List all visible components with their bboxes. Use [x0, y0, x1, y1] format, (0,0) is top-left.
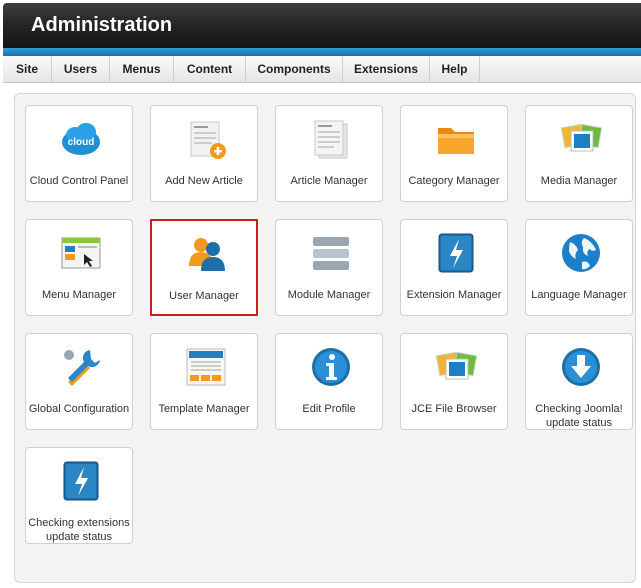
tile-joomla-update-status[interactable]: Checking Joomla! update status [525, 333, 633, 430]
page-title: Administration [31, 14, 173, 36]
menu-users[interactable]: Users [52, 56, 110, 82]
tile-category-manager[interactable]: Category Manager [400, 105, 508, 202]
tile-label: Menu Manager [42, 289, 116, 301]
folder-icon [438, 128, 474, 154]
tile-menu-manager[interactable]: Menu Manager [25, 219, 133, 316]
tile-label: Module Manager [287, 289, 371, 301]
tile-label: Cloud Control Panel [29, 175, 129, 187]
tile-language-manager[interactable]: Language Manager [525, 219, 633, 316]
menu-components[interactable]: Components [246, 56, 343, 82]
tile-label: Template Manager [158, 403, 250, 415]
tools-icon [64, 350, 100, 386]
menu-site[interactable]: Site [3, 56, 52, 82]
svg-text:cloud: cloud [68, 137, 95, 148]
menu-content[interactable]: Content [174, 56, 246, 82]
tile-label: Category Manager [408, 175, 500, 187]
tile-label: Extension Manager [406, 289, 502, 301]
tile-label: Edit Profile [302, 403, 356, 415]
tile-label: User Manager [169, 290, 239, 302]
tile-label: Article Manager [290, 175, 368, 187]
tile-user-manager[interactable]: User Manager [150, 219, 258, 316]
tile-extension-manager[interactable]: Extension Manager [400, 219, 508, 316]
admin-header: Administration [3, 3, 641, 48]
users-icon [189, 238, 225, 271]
media-icon [560, 123, 602, 152]
tile-label: Language Manager [531, 289, 627, 301]
template-icon [186, 348, 226, 386]
menu-help[interactable]: Help [430, 56, 480, 82]
globe-icon [562, 234, 600, 272]
main-menu: Site Users Menus Content Components Exte… [3, 56, 641, 83]
tile-extensions-update-status[interactable]: Checking extensions update status [25, 447, 133, 544]
tile-label: Checking Joomla! update status [535, 403, 623, 429]
add-article-icon [190, 121, 226, 159]
tile-jce-file-browser[interactable]: JCE File Browser [400, 333, 508, 430]
menu-menus[interactable]: Menus [110, 56, 174, 82]
menu-window-icon [61, 237, 101, 269]
media-icon [435, 351, 477, 380]
tile-media-manager[interactable]: Media Manager [525, 105, 633, 202]
tile-global-configuration[interactable]: Global Configuration [25, 333, 133, 430]
tile-label: Global Configuration [28, 403, 130, 415]
lightning-icon [438, 233, 474, 273]
lightning-icon [63, 461, 99, 501]
module-stack-icon [313, 237, 349, 270]
tile-module-manager[interactable]: Module Manager [275, 219, 383, 316]
tile-article-manager[interactable]: Article Manager [275, 105, 383, 202]
tile-label: Checking extensions update status [28, 517, 130, 543]
tile-add-new-article[interactable]: Add New Article [150, 105, 258, 202]
tile-template-manager[interactable]: Template Manager [150, 333, 258, 430]
download-icon [562, 348, 600, 386]
tile-label: Media Manager [540, 175, 618, 187]
tile-edit-profile[interactable]: Edit Profile [275, 333, 383, 430]
tile-label: JCE File Browser [411, 403, 497, 415]
header-accent-bar [3, 48, 641, 56]
control-panel: cloud Cloud Control Panel Add New Articl… [14, 93, 636, 583]
cloud-icon: cloud [62, 123, 100, 155]
tile-label: Add New Article [165, 175, 243, 187]
info-icon [312, 348, 350, 386]
menu-extensions[interactable]: Extensions [343, 56, 430, 82]
tile-cloud-control-panel[interactable]: cloud Cloud Control Panel [25, 105, 133, 202]
article-icon [314, 120, 348, 159]
